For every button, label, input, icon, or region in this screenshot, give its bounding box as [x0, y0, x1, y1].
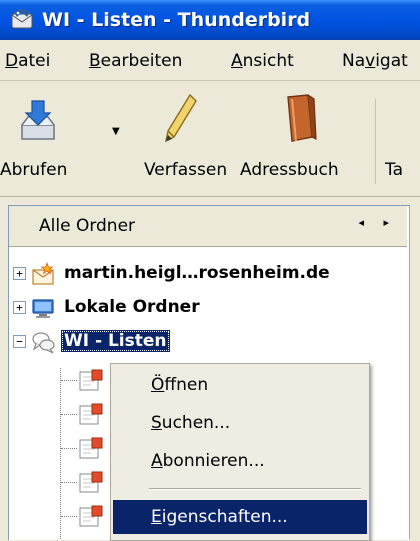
tree-row-account-1[interactable]: + martin.heigl…rosenheim.de — [9, 258, 407, 290]
menu-ansicht[interactable]: Ansicht — [231, 51, 294, 71]
newsgroup-account-icon — [32, 332, 55, 354]
menu-datei[interactable]: Datei — [5, 51, 50, 71]
address-book-icon — [287, 94, 317, 142]
newsgroup-folder-icon[interactable] — [78, 504, 104, 530]
title-bar[interactable]: WI - Listen - Thunderbird — [0, 0, 420, 40]
newsgroup-folder-icon[interactable] — [78, 402, 104, 428]
menu-text: uchen... — [161, 413, 231, 433]
newsgroup-folder-icon[interactable] — [78, 368, 104, 394]
toolbar-divider — [375, 99, 376, 184]
tree-label: martin.heigl…rosenheim.de — [64, 263, 330, 283]
folder-view-title[interactable]: Alle Ordner — [39, 216, 135, 236]
tree-label-selected: WI - Listen — [61, 330, 170, 352]
local-folders-icon — [32, 299, 54, 318]
context-menu: Öffnen Suchen... Abonnieren... Eigenscha… — [110, 363, 370, 541]
collapse-toggle[interactable]: − — [13, 335, 26, 348]
menu-bar: Datei Bearbeiten Ansicht Navigat — [0, 40, 420, 81]
get-messages-button[interactable]: Abrufen — [0, 81, 100, 191]
menu-text: atei — [18, 51, 51, 71]
menu-bearbeiten[interactable]: Bearbeiten — [89, 51, 182, 71]
context-menu-subscribe[interactable]: Abonnieren... — [113, 444, 367, 478]
menu-text: bonnieren... — [162, 451, 265, 471]
tree-label: Lokale Ordner — [64, 297, 200, 317]
address-book-button[interactable]: Adressbuch — [240, 81, 370, 191]
tag-button[interactable]: Ta — [380, 81, 420, 191]
menu-navigation[interactable]: Navigat — [342, 51, 408, 71]
mail-account-icon — [32, 262, 54, 285]
tree-connector — [61, 380, 77, 381]
tree-row-account-2[interactable]: + Lokale Ordner — [9, 292, 407, 324]
pane-splitter[interactable] — [409, 205, 420, 539]
folder-view-nav-arrows[interactable]: ◂ ▸ — [358, 216, 397, 229]
chevron-down-icon[interactable]: ▼ — [112, 126, 120, 137]
menu-accel: D — [5, 51, 19, 71]
menu-accel: A — [231, 51, 243, 71]
context-menu-search[interactable]: Suchen... — [113, 406, 367, 440]
get-messages-label: Abrufen — [0, 160, 68, 180]
tree-row-account-3[interactable]: − WI - Listen — [9, 326, 407, 358]
compose-label: Verfassen — [144, 160, 228, 180]
menu-text: Na — [342, 51, 366, 71]
window-title: WI - Listen - Thunderbird — [42, 9, 311, 31]
menu-text: earbeiten — [100, 51, 183, 71]
expand-toggle[interactable]: + — [13, 267, 26, 280]
menu-text: igenschaften... — [161, 507, 288, 527]
newsgroup-folder-icon[interactable] — [78, 470, 104, 496]
menu-accel: v — [365, 51, 376, 71]
tag-label: Ta — [385, 160, 403, 180]
menu-text: nsicht — [242, 51, 294, 71]
menu-text: igat — [375, 51, 408, 71]
newsgroup-folder-icon[interactable] — [78, 436, 104, 462]
tree-connector — [61, 482, 77, 483]
menu-accel: Ö — [151, 375, 165, 395]
tree-connector — [61, 414, 77, 415]
compose-button[interactable]: Verfassen — [124, 81, 234, 191]
pencil-icon — [165, 93, 197, 143]
menu-accel: B — [89, 51, 101, 71]
folder-pane-header: Alle Ordner ◂ ▸ — [9, 206, 407, 247]
context-menu-separator — [149, 488, 361, 490]
menu-accel: A — [151, 451, 163, 471]
menu-accel: E — [151, 507, 162, 527]
context-menu-open[interactable]: Öffnen — [113, 368, 367, 402]
menu-accel: S — [151, 413, 162, 433]
thunderbird-icon — [11, 9, 33, 29]
tree-connector — [60, 368, 61, 539]
address-book-label: Adressbuch — [240, 160, 339, 180]
toolbar: Abrufen ▼ Verfassen Adressbuch Ta — [0, 81, 420, 197]
expand-toggle[interactable]: + — [13, 301, 26, 314]
context-menu-properties[interactable]: Eigenschaften... — [113, 500, 367, 534]
tree-connector — [61, 516, 77, 517]
get-mail-icon — [21, 100, 55, 140]
tree-connector — [61, 448, 77, 449]
menu-text: ffnen — [164, 375, 209, 395]
